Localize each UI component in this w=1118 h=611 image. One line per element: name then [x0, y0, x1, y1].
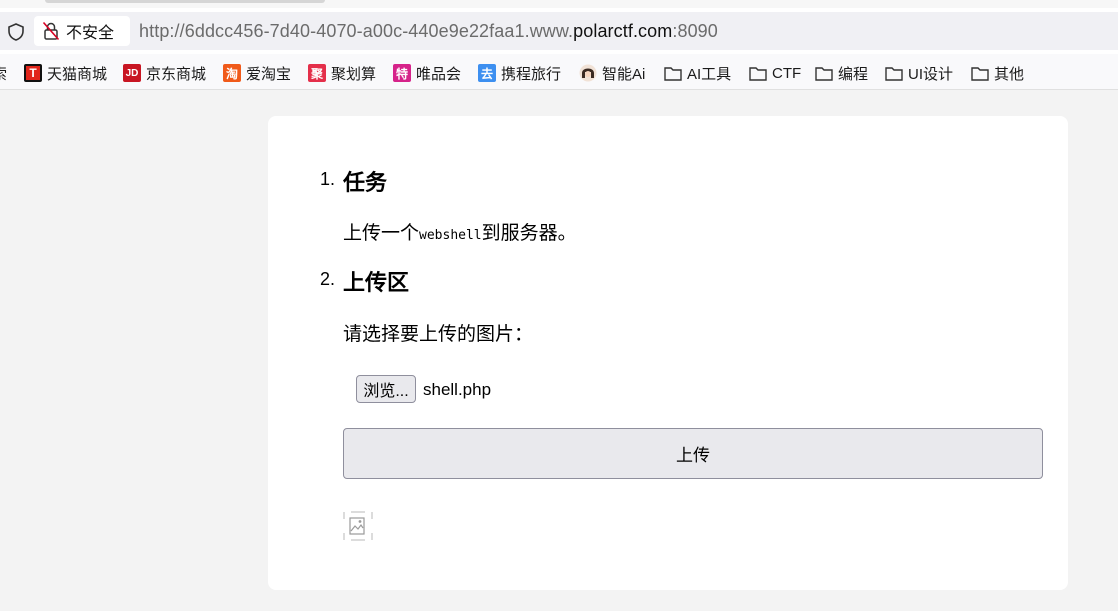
bookmark-label: 智能Ai: [602, 65, 646, 83]
bookmark-label: AI工具: [687, 65, 732, 83]
webshell-code: webshell: [419, 228, 482, 243]
task-description: 上传一个webshell到服务器。: [343, 218, 577, 245]
task-heading: 任务: [343, 170, 388, 195]
not-secure-label: 不安全: [66, 25, 115, 42]
address-bar: 不安全 http://6ddcc456-7d40-4070-a00c-440e9…: [0, 8, 1118, 54]
list-number-2: 2.: [320, 269, 336, 289]
task-text-before: 上传一个: [343, 223, 420, 244]
vip-icon: 特: [393, 64, 411, 82]
tracking-protection-shield-icon[interactable]: [6, 22, 26, 42]
folder-icon: [971, 66, 989, 81]
bookmark-label: 爱淘宝: [246, 65, 292, 83]
bookmark-label: 天猫商城: [47, 65, 108, 83]
list-number-1: 1.: [320, 169, 336, 189]
tmall-icon: T: [24, 64, 42, 82]
bookmark-label: CTF: [772, 64, 802, 82]
bookmark-label: 索: [0, 63, 7, 84]
bookmark-folder-programming[interactable]: 编程: [815, 62, 868, 84]
upload-button[interactable]: 上传: [343, 428, 1043, 479]
bookmark-tmall[interactable]: T 天猫商城: [24, 62, 107, 84]
url-text[interactable]: http://6ddcc456-7d40-4070-a00c-440e9e22f…: [139, 21, 718, 42]
folder-icon: [885, 66, 903, 81]
tab-strip: [0, 0, 1118, 8]
bookmark-taobao[interactable]: 淘 爱淘宝: [223, 62, 291, 84]
url-prefix: http://6ddcc456-7d40-4070-a00c-440e9e22f…: [139, 21, 574, 41]
browse-button[interactable]: 浏览...: [356, 375, 416, 403]
avatar-icon: [579, 64, 597, 82]
bookmark-label: 其他: [994, 65, 1025, 83]
bookmark-juhuasuan[interactable]: 聚 聚划算: [308, 62, 376, 84]
bookmarks-toolbar: 索 T 天猫商城 JD 京东商城 淘 爱淘宝 聚 聚划算 特 唯品会 去 携程旅…: [0, 54, 1118, 90]
bookmark-label: 携程旅行: [501, 65, 562, 83]
folder-icon: [815, 66, 833, 81]
active-tab-edge[interactable]: [45, 0, 325, 3]
folder-icon: [749, 66, 767, 81]
bookmark-folder-ai-tools[interactable]: AI工具: [664, 62, 731, 84]
ctrip-icon: 去: [478, 64, 496, 82]
bookmark-folder-ctf[interactable]: CTF: [749, 62, 801, 84]
bookmark-cut-off[interactable]: 索: [0, 62, 7, 84]
bookmark-folder-ui-design[interactable]: UI设计: [885, 62, 953, 84]
bookmark-jd[interactable]: JD 京东商城: [123, 62, 206, 84]
bookmark-label: 京东商城: [146, 65, 207, 83]
bookmark-label: 聚划算: [331, 65, 377, 83]
upload-prompt: 请选择要上传的图片：: [343, 324, 534, 345]
bookmark-label: UI设计: [908, 65, 954, 83]
content-card: [268, 116, 1068, 590]
folder-icon: [664, 66, 682, 81]
jd-icon: JD: [123, 64, 141, 82]
task-text-after: 到服务器。: [481, 223, 577, 244]
selected-filename: shell.php: [423, 380, 492, 399]
bookmark-vip[interactable]: 特 唯品会: [393, 62, 461, 84]
bookmark-ctrip[interactable]: 去 携程旅行: [478, 62, 561, 84]
upload-area-heading: 上传区: [343, 270, 410, 295]
not-secure-badge[interactable]: 不安全: [34, 16, 130, 46]
url-field[interactable]: 不安全 http://6ddcc456-7d40-4070-a00c-440e9…: [0, 12, 1118, 50]
bookmark-folder-other[interactable]: 其他: [971, 62, 1024, 84]
bookmark-label: 唯品会: [416, 65, 462, 83]
broken-image-icon: [343, 511, 373, 541]
taobao-icon: 淘: [223, 64, 241, 82]
url-domain: polarctf.com: [573, 21, 673, 41]
url-suffix: :8090: [672, 21, 718, 41]
bookmark-ai[interactable]: 智能Ai: [579, 62, 645, 84]
insecure-lock-icon: [42, 21, 60, 41]
bookmark-label: 编程: [838, 65, 869, 83]
juhuasuan-icon: 聚: [308, 64, 326, 82]
